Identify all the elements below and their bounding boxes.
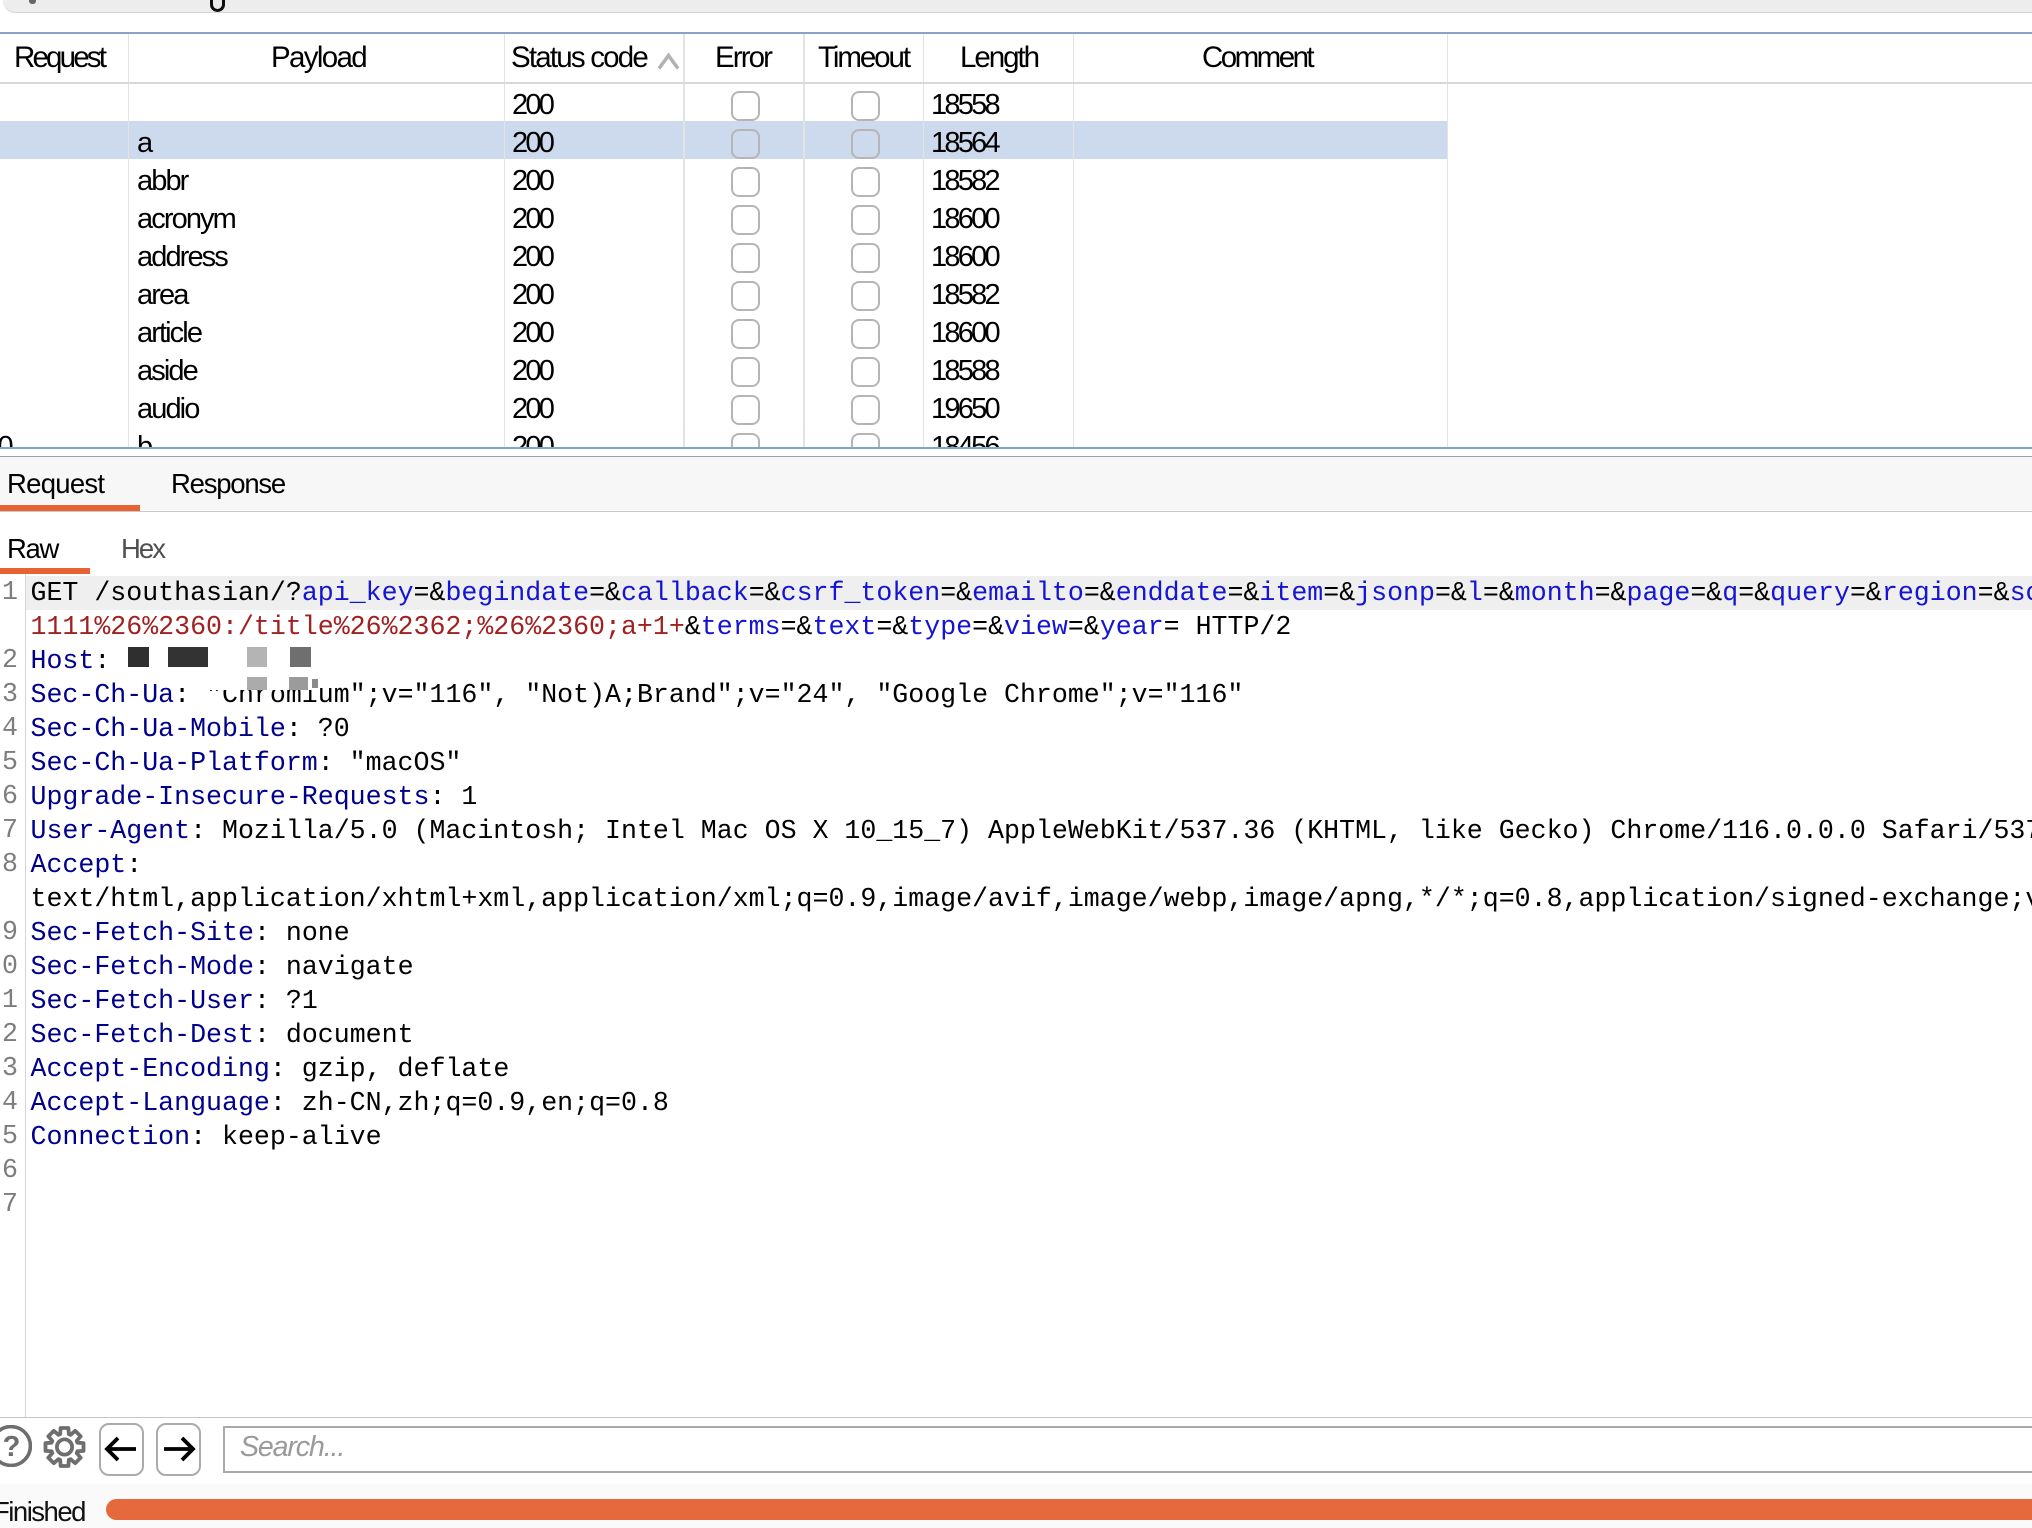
svg-text:?: ?	[2, 1431, 20, 1463]
